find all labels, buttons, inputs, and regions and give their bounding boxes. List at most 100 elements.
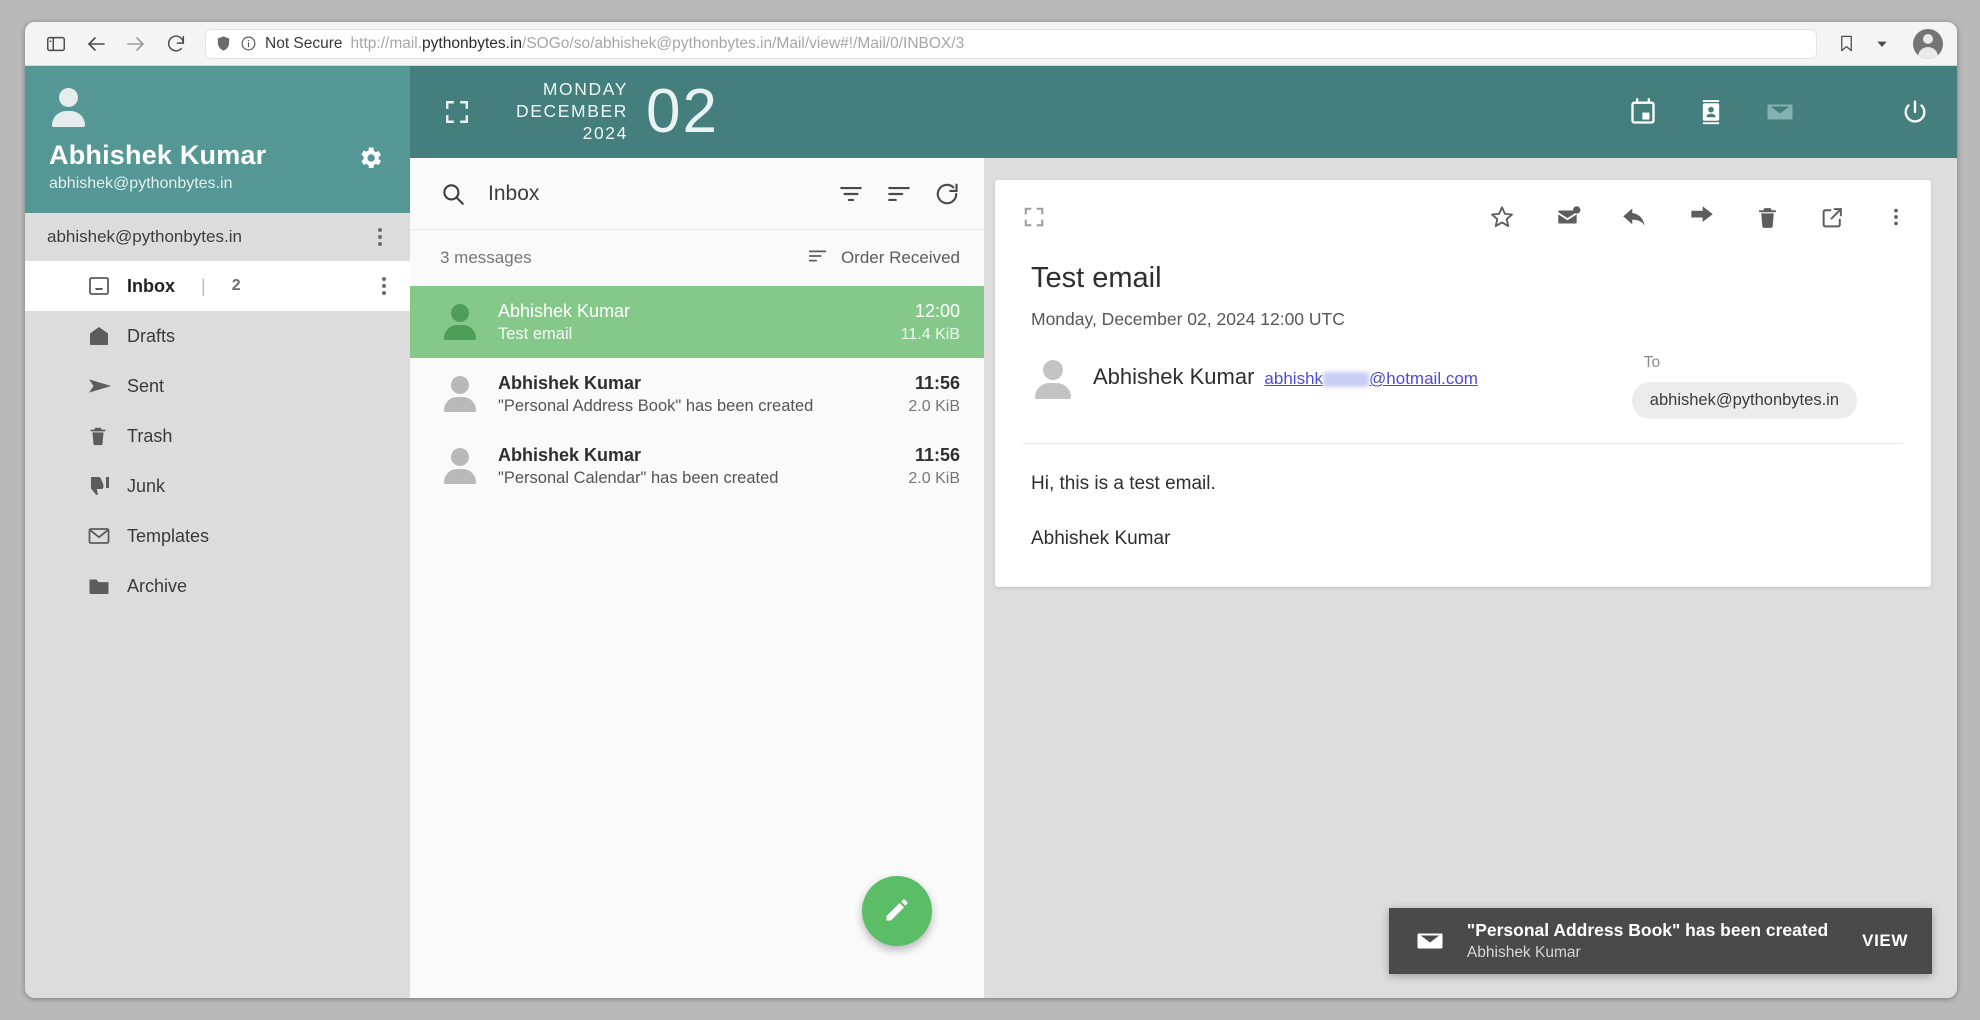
sogo-app: Abhishek Kumar abhishek@pythonbytes.in a… <box>25 66 1957 998</box>
folder-list: Inbox | 2 Drafts <box>25 261 410 998</box>
search-icon[interactable] <box>440 181 466 207</box>
date-parts: MONDAY DECEMBER 2024 <box>516 79 628 145</box>
toast-view-button[interactable]: VIEW <box>1850 931 1908 951</box>
table-row[interactable]: Abhishek Kumar "Personal Calendar" has b… <box>410 430 984 502</box>
open-external-icon[interactable] <box>1820 205 1845 230</box>
address-bar[interactable]: Not Secure http://mail.pythonbytes.in/SO… <box>205 29 1817 59</box>
sidebar-item-drafts[interactable]: Drafts <box>25 311 410 361</box>
sidebar-item-label: Drafts <box>127 326 175 347</box>
message-meta: 11:56 2.0 KiB <box>908 445 960 488</box>
sender-email[interactable]: abhishk@hotmail.com <box>1264 369 1478 389</box>
avatar <box>1031 358 1075 402</box>
sent-icon <box>87 373 113 399</box>
reload-icon[interactable] <box>159 29 193 59</box>
account-email: abhishek@pythonbytes.in <box>47 227 242 247</box>
sidebar-item-templates[interactable]: Templates <box>25 511 410 561</box>
toast-notification[interactable]: "Personal Address Book" has been created… <box>1389 908 1932 974</box>
inbox-icon <box>87 274 111 298</box>
filter-icon[interactable] <box>838 181 864 207</box>
trash-icon[interactable] <box>1755 205 1780 230</box>
info-icon[interactable] <box>240 35 257 52</box>
sidebar-item-archive[interactable]: Archive <box>25 561 410 611</box>
message-list-subheader: 3 messages Order Received <box>410 230 984 286</box>
account-row[interactable]: abhishek@pythonbytes.in <box>25 213 410 261</box>
security-label: Not Secure <box>265 35 343 53</box>
expand-icon[interactable] <box>444 99 470 125</box>
app-topbar: MONDAY DECEMBER 2024 02 <box>410 66 1957 158</box>
sort-icon[interactable] <box>886 181 912 207</box>
divider: | <box>201 276 206 297</box>
mail-icon <box>1415 926 1445 956</box>
more-vertical-icon[interactable] <box>1885 206 1907 228</box>
reading-pane: Test email Monday, December 02, 2024 12:… <box>985 158 1957 998</box>
table-row[interactable]: Abhishek Kumar "Personal Address Book" h… <box>410 358 984 430</box>
sidebar-item-trash[interactable]: Trash <box>25 411 410 461</box>
avatar <box>440 374 480 414</box>
avatar <box>440 302 480 342</box>
message-size: 11.4 KiB <box>901 326 960 344</box>
message-text: Abhishek Kumar "Personal Address Book" h… <box>498 373 890 416</box>
drafts-icon <box>87 324 111 348</box>
sidebar: Abhishek Kumar abhishek@pythonbytes.in a… <box>25 66 410 998</box>
sort-icon <box>807 245 829 272</box>
body-signature: Abhishek Kumar <box>1031 525 1895 554</box>
message-subject: "Personal Address Book" has been created <box>498 397 890 416</box>
date-display: MONDAY DECEMBER 2024 02 <box>516 79 719 145</box>
sidebar-item-sent[interactable]: Sent <box>25 361 410 411</box>
message-from-row: Abhishek Kumar abhishk@hotmail.com To ab… <box>1023 336 1903 444</box>
message-list-pane: Inbox <box>410 158 985 998</box>
mark-unread-icon[interactable] <box>1555 204 1581 230</box>
weekday-label: MONDAY <box>516 79 628 101</box>
module-switcher <box>1629 97 1935 127</box>
star-icon[interactable] <box>1489 204 1515 230</box>
sidebar-item-label: Templates <box>127 526 209 547</box>
sort-order-label: Order Received <box>841 248 960 268</box>
toast-title: "Personal Address Book" has been created <box>1467 920 1828 941</box>
sidebar-item-label: Archive <box>127 576 187 597</box>
unread-count: 2 <box>232 277 241 295</box>
content-area: Inbox <box>410 158 1957 998</box>
mailbox-title: Inbox <box>488 182 816 206</box>
power-icon[interactable] <box>1901 98 1929 126</box>
table-row[interactable]: Abhishek Kumar Test email 12:00 11.4 KiB <box>410 286 984 358</box>
shield-icon <box>215 35 232 52</box>
recipient-chip[interactable]: abhishek@pythonbytes.in <box>1632 382 1857 419</box>
chevron-down-icon[interactable] <box>1865 29 1899 59</box>
day-number: 02 <box>646 81 719 143</box>
profile-avatar-icon[interactable] <box>1913 29 1943 59</box>
message-text: Abhishek Kumar Test email <box>498 301 883 344</box>
message-time: 11:56 <box>908 445 960 466</box>
refresh-icon[interactable] <box>934 181 960 207</box>
to-label: To <box>1632 354 1857 372</box>
compose-button[interactable] <box>862 876 932 946</box>
message-card: Test email Monday, December 02, 2024 12:… <box>995 180 1931 587</box>
main-area: MONDAY DECEMBER 2024 02 <box>410 66 1957 998</box>
reply-icon[interactable] <box>1621 204 1648 231</box>
message-body: Hi, this is a test email. Abhishek Kumar <box>995 444 1931 587</box>
calendar-icon[interactable] <box>1629 98 1657 126</box>
message-sender: Abhishek Kumar <box>498 373 890 394</box>
gear-icon[interactable] <box>356 144 384 177</box>
forward-arrow-icon[interactable] <box>119 29 153 59</box>
back-arrow-icon[interactable] <box>79 29 113 59</box>
more-vertical-icon[interactable] <box>376 271 392 301</box>
forward-icon[interactable] <box>1688 204 1715 231</box>
bookmark-icon[interactable] <box>1829 29 1863 59</box>
sort-order-button[interactable]: Order Received <box>807 245 960 272</box>
sender-info: Abhishek Kumar abhishk@hotmail.com <box>1093 354 1478 390</box>
junk-icon <box>87 474 111 498</box>
sidebar-item-label: Junk <box>127 476 165 497</box>
sidebar-toggle-icon[interactable] <box>39 29 73 59</box>
address-book-icon[interactable] <box>1697 98 1725 126</box>
message-actions <box>1489 204 1907 231</box>
more-vertical-icon[interactable] <box>372 222 388 252</box>
sidebar-item-junk[interactable]: Junk <box>25 461 410 511</box>
message-meta: 12:00 11.4 KiB <box>901 301 960 344</box>
message-size: 2.0 KiB <box>908 470 960 488</box>
month-label: DECEMBER <box>516 101 628 123</box>
expand-icon[interactable] <box>1023 206 1045 228</box>
trash-icon <box>87 425 109 447</box>
mail-icon[interactable] <box>1765 97 1795 127</box>
sidebar-item-label: Inbox <box>127 276 175 297</box>
sidebar-item-inbox[interactable]: Inbox | 2 <box>25 261 410 311</box>
